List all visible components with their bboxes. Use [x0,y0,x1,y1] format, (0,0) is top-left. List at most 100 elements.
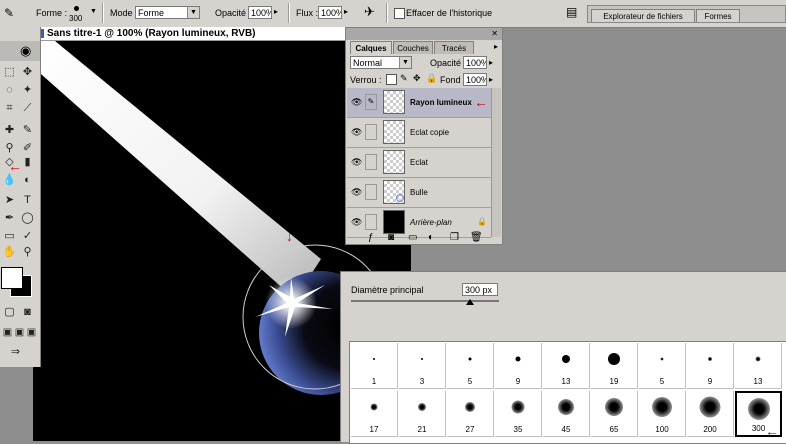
zoom-tool-icon[interactable]: ⚲ [20,245,35,260]
quick-mask-icon[interactable]: ◙ [20,305,35,320]
opacity-label: Opacité : [215,8,252,18]
lasso-tool-icon[interactable]: ◌ [2,83,17,98]
diameter-slider-track[interactable] [351,300,499,302]
slice-tool-icon[interactable]: ⟋ [20,101,35,116]
eye-icon[interactable]: 👁 [351,127,362,137]
brush-preset-45[interactable]: 45 [543,391,590,437]
eye-icon[interactable]: 👁 [351,187,362,197]
magic-wand-icon[interactable]: ✦ [20,83,35,98]
brush-preset-35[interactable]: 35 [495,391,542,437]
pen-tool-icon[interactable]: ✒ [2,211,17,226]
brush-preset-27[interactable]: 27 [447,391,494,437]
tab-layers[interactable]: Calques [350,41,392,54]
brush-preset-5[interactable]: 5 [639,343,686,389]
brush-tool-icon[interactable]: ✎ [20,123,35,138]
mode-select[interactable]: Forme ▼ [135,6,200,19]
link-slot[interactable] [365,154,377,170]
brush-preset-13[interactable]: 13 [543,343,590,389]
brush-tip-preview [608,353,620,365]
chevron-right-icon[interactable]: ▸ [489,58,493,67]
layer-row-eclat-copie[interactable]: 👁 Eclat copie [347,118,491,148]
brush-preset-200[interactable]: 200 [687,391,734,437]
fill-field[interactable]: 100% [463,73,487,86]
tab-paths[interactable]: Tracés [434,41,474,54]
crop-tool-icon[interactable]: ⌗ [2,101,17,116]
chevron-right-icon[interactable]: ▸ [344,7,348,16]
marquee-tool-icon[interactable]: ⬚ [2,65,17,80]
palette-title-bar[interactable] [346,28,502,40]
lock-all-icon[interactable]: 🔒 [426,73,437,84]
link-slot[interactable] [365,214,377,230]
opacity-field[interactable]: 100% [248,6,272,19]
eyedropper-icon[interactable]: ✓ [20,229,35,244]
jump-to-imageready-icon[interactable]: ⇒ [8,345,23,360]
new-set-icon[interactable]: ▭ [408,232,417,243]
notes-tool-icon[interactable]: ▭ [2,229,17,244]
link-slot[interactable] [365,124,377,140]
brush-preset-5[interactable]: 5 [447,343,494,389]
history-brush-icon[interactable]: ✐ [20,141,35,156]
mode-label: Mode : [110,8,138,18]
brush-preset-1[interactable]: 1 [351,343,398,389]
layer-row-bulle[interactable]: 👁 Bulle [347,178,491,208]
tab-channels[interactable]: Couches [393,41,433,54]
path-selection-icon[interactable]: ➤ [2,193,17,208]
layer-row-rayon-lumineux[interactable]: 👁 ✎ Rayon lumineux [347,88,491,118]
close-icon[interactable]: ✕ [491,29,498,38]
layer-row-eclat[interactable]: 👁 Eclat [347,148,491,178]
flow-label: Flux : [296,8,319,18]
healing-brush-icon[interactable]: ✚ [2,123,17,138]
link-slot[interactable] [365,184,377,200]
eraser-tool-icon[interactable]: ✎ [4,6,14,20]
toolbox-header: ◉ [0,41,40,61]
brush-preset-9[interactable]: 9 [495,343,542,389]
layer-style-icon[interactable]: ƒ [368,232,374,243]
gradient-tool-icon[interactable]: ▮ [20,155,35,170]
chevron-right-icon[interactable]: ▸ [274,7,278,16]
foreground-color-swatch[interactable] [1,267,23,289]
eye-icon[interactable]: 👁 [351,97,362,107]
trash-icon[interactable]: 🗑 [470,232,483,243]
move-tool-icon[interactable]: ✥ [20,65,35,80]
brush-preset-13[interactable]: 13 [735,343,782,389]
lock-move-icon[interactable]: ✥ [413,73,421,84]
brush-preset-19[interactable]: 19 [591,343,638,389]
layer-opacity-field[interactable]: 100% [463,56,487,69]
tab-file-browser[interactable]: Explorateur de fichiers [591,9,695,22]
flow-field[interactable]: 100% [318,6,342,19]
diameter-slider-thumb[interactable] [466,299,474,305]
airbrush-icon[interactable]: ✈ [364,4,375,20]
adjustment-layer-icon[interactable]: ◐ [428,232,434,243]
brush-preset-17[interactable]: 17 [351,391,398,437]
layers-scrollbar[interactable] [491,88,501,237]
brush-preset-9[interactable]: 9 [687,343,734,389]
chevron-down-icon[interactable]: ▼ [90,8,97,15]
standard-mode-icon[interactable]: ▢ [2,305,17,320]
tab-brushes-well[interactable]: Formes [696,9,740,22]
blend-mode-select[interactable]: Normal ▼ [350,56,412,69]
eye-icon[interactable]: 👁 [351,217,362,227]
dodge-tool-icon[interactable]: ◐ [20,173,35,188]
paintbrush-icon[interactable]: ✎ [365,94,377,110]
lock-brush-icon[interactable]: ✎ [400,73,408,84]
palette-menu-icon[interactable]: ▸ [494,42,498,51]
type-tool-icon[interactable]: T [20,193,35,208]
screen-mode-3-icon[interactable]: ▣ [24,325,39,340]
brush-preset-100[interactable]: 100 [639,391,686,437]
blur-tool-icon[interactable]: 💧 [2,173,17,188]
brush-preset-3[interactable]: 3 [399,343,446,389]
add-mask-icon[interactable]: ◙ [388,232,394,243]
lock-transparency-checkbox[interactable] [386,74,397,85]
new-layer-icon[interactable]: ❐ [450,232,459,243]
brush-preset-65[interactable]: 65 [591,391,638,437]
chevron-right-icon[interactable]: ▸ [489,75,493,84]
brush-preset-picker[interactable]: 300 [66,2,88,24]
shape-tool-icon[interactable]: ◯ [20,211,35,226]
erase-history-checkbox[interactable] [394,8,405,19]
tool-presets-icon[interactable]: ▤ [566,5,577,19]
brush-preset-21[interactable]: 21 [399,391,446,437]
hand-tool-icon[interactable]: ✋ [2,245,17,260]
master-diameter-field[interactable]: 300 px [462,283,498,296]
eye-icon[interactable]: 👁 [351,157,362,167]
clone-stamp-icon[interactable]: ⚲ [2,141,17,156]
